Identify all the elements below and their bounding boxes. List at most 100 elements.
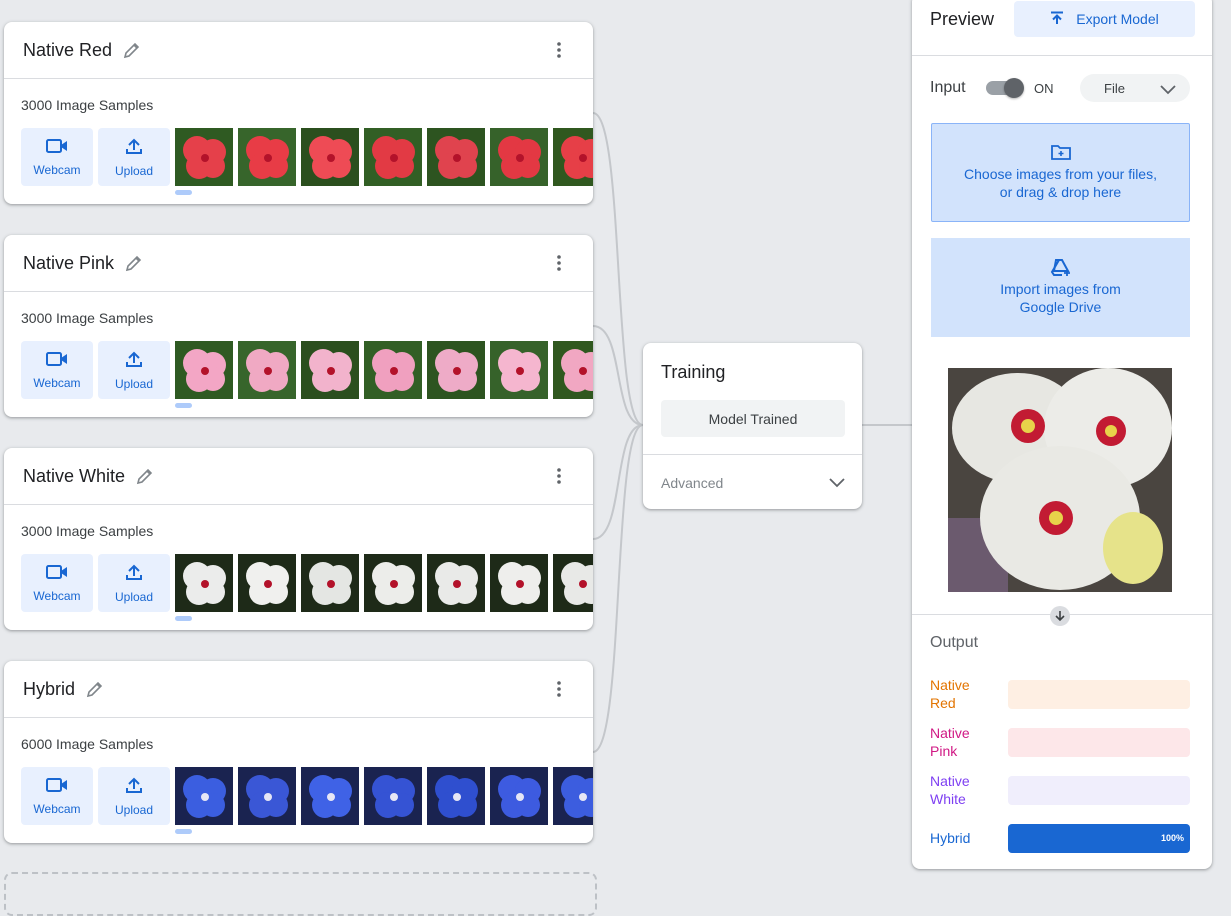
- output-row: Native White: [930, 772, 1192, 808]
- output-class-label: Native White: [930, 772, 1000, 808]
- sample-thumbnail[interactable]: [490, 341, 548, 399]
- upload-label: Upload: [114, 802, 154, 817]
- preview-panel: Preview Export Model Input ON File Choos…: [912, 0, 1212, 869]
- thumbnail-scroll-indicator[interactable]: [175, 190, 192, 195]
- sample-thumbnail[interactable]: [553, 554, 593, 612]
- sample-thumbnail[interactable]: [364, 554, 422, 612]
- sample-thumbnail[interactable]: [427, 128, 485, 186]
- arrow-down-icon: [1050, 606, 1070, 626]
- class-name[interactable]: Native Red: [23, 40, 112, 61]
- sample-count: 6000 Image Samples: [21, 736, 154, 752]
- confidence-bar: [1008, 728, 1190, 757]
- input-toggle[interactable]: [986, 78, 1024, 98]
- sample-thumbnail[interactable]: [490, 554, 548, 612]
- edit-pencil-icon[interactable]: [135, 466, 155, 486]
- class-card-native-red: Native Red 3000 Image Samples Webcam Upl…: [4, 22, 593, 204]
- sample-thumbnail[interactable]: [301, 767, 359, 825]
- sample-count: 3000 Image Samples: [21, 523, 154, 539]
- choose-text-line1: Choose images from your files,: [964, 166, 1157, 182]
- sample-thumbnails[interactable]: [175, 341, 593, 399]
- google-drive-import[interactable]: Import images from Google Drive: [931, 238, 1190, 337]
- class-card-hybrid: Hybrid 6000 Image Samples Webcam Upload: [4, 661, 593, 843]
- model-trained-button[interactable]: Model Trained: [661, 400, 845, 437]
- sample-thumbnail[interactable]: [364, 767, 422, 825]
- sample-thumbnail[interactable]: [553, 341, 593, 399]
- google-drive-icon: [931, 259, 1190, 277]
- input-source-select[interactable]: File: [1080, 74, 1190, 102]
- export-model-button[interactable]: Export Model: [1014, 1, 1195, 37]
- sample-thumbnail[interactable]: [364, 128, 422, 186]
- webcam-label: Webcam: [33, 801, 81, 816]
- sample-thumbnails[interactable]: [175, 128, 593, 186]
- sample-thumbnail[interactable]: [175, 128, 233, 186]
- upload-icon: [125, 137, 143, 160]
- output-class-label: Native Pink: [930, 724, 1000, 760]
- sample-thumbnail[interactable]: [427, 341, 485, 399]
- select-value: File: [1104, 81, 1125, 96]
- sample-thumbnails[interactable]: [175, 767, 593, 825]
- sample-thumbnail[interactable]: [427, 554, 485, 612]
- confidence-bar: 100%: [1008, 824, 1190, 853]
- class-card-native-pink: Native Pink 3000 Image Samples Webcam Up…: [4, 235, 593, 417]
- advanced-toggle[interactable]: Advanced: [661, 475, 723, 491]
- sample-thumbnail[interactable]: [301, 128, 359, 186]
- class-name[interactable]: Native White: [23, 466, 125, 487]
- class-card-native-white: Native White 3000 Image Samples Webcam U…: [4, 448, 593, 630]
- sample-thumbnail[interactable]: [238, 128, 296, 186]
- sample-thumbnail[interactable]: [238, 767, 296, 825]
- output-title: Output: [930, 634, 979, 651]
- label-line: Native: [930, 773, 970, 789]
- upload-button[interactable]: Upload: [98, 128, 170, 186]
- edit-pencil-icon[interactable]: [85, 679, 105, 699]
- videocam-icon: [46, 777, 68, 798]
- webcam-button[interactable]: Webcam: [21, 554, 93, 612]
- chevron-down-icon[interactable]: [828, 473, 846, 496]
- sample-count: 3000 Image Samples: [21, 310, 154, 326]
- edit-pencil-icon[interactable]: [122, 40, 142, 60]
- class-name[interactable]: Hybrid: [23, 679, 75, 700]
- choose-files-dropzone[interactable]: Choose images from your files, or drag &…: [931, 123, 1190, 222]
- sample-thumbnail[interactable]: [427, 767, 485, 825]
- upload-label: Upload: [114, 589, 154, 604]
- label-line: Hybrid: [930, 830, 971, 846]
- more-vert-icon[interactable]: [547, 677, 571, 701]
- upload-button[interactable]: Upload: [98, 341, 170, 399]
- thumbnail-scroll-indicator[interactable]: [175, 829, 192, 834]
- sample-thumbnail[interactable]: [553, 767, 593, 825]
- webcam-button[interactable]: Webcam: [21, 128, 93, 186]
- sample-thumbnail[interactable]: [490, 767, 548, 825]
- sample-thumbnail[interactable]: [553, 128, 593, 186]
- output-row: Native Red: [930, 676, 1192, 712]
- edit-pencil-icon[interactable]: [124, 253, 144, 273]
- class-name[interactable]: Native Pink: [23, 253, 114, 274]
- sample-thumbnail[interactable]: [364, 341, 422, 399]
- divider: [643, 454, 862, 455]
- sample-thumbnail[interactable]: [175, 767, 233, 825]
- output-row: Native Pink: [930, 724, 1192, 760]
- sample-thumbnails[interactable]: [175, 554, 593, 612]
- more-vert-icon[interactable]: [547, 38, 571, 62]
- thumbnail-scroll-indicator[interactable]: [175, 403, 192, 408]
- webcam-button[interactable]: Webcam: [21, 767, 93, 825]
- more-vert-icon[interactable]: [547, 464, 571, 488]
- output-row: Hybrid 100%: [930, 820, 1192, 856]
- sample-thumbnail[interactable]: [301, 341, 359, 399]
- upload-button[interactable]: Upload: [98, 554, 170, 612]
- webcam-button[interactable]: Webcam: [21, 341, 93, 399]
- label-line: Red: [930, 695, 956, 711]
- confidence-percent: 100%: [1160, 833, 1184, 843]
- sample-count: 3000 Image Samples: [21, 97, 154, 113]
- upload-button[interactable]: Upload: [98, 767, 170, 825]
- sample-thumbnail[interactable]: [238, 341, 296, 399]
- videocam-icon: [46, 138, 68, 159]
- upload-label: Upload: [114, 376, 154, 391]
- toggle-state: ON: [1034, 81, 1054, 96]
- sample-thumbnail[interactable]: [490, 128, 548, 186]
- more-vert-icon[interactable]: [547, 251, 571, 275]
- sample-thumbnail[interactable]: [238, 554, 296, 612]
- sample-thumbnail[interactable]: [175, 341, 233, 399]
- label-line: Native: [930, 725, 970, 741]
- sample-thumbnail[interactable]: [175, 554, 233, 612]
- thumbnail-scroll-indicator[interactable]: [175, 616, 192, 621]
- sample-thumbnail[interactable]: [301, 554, 359, 612]
